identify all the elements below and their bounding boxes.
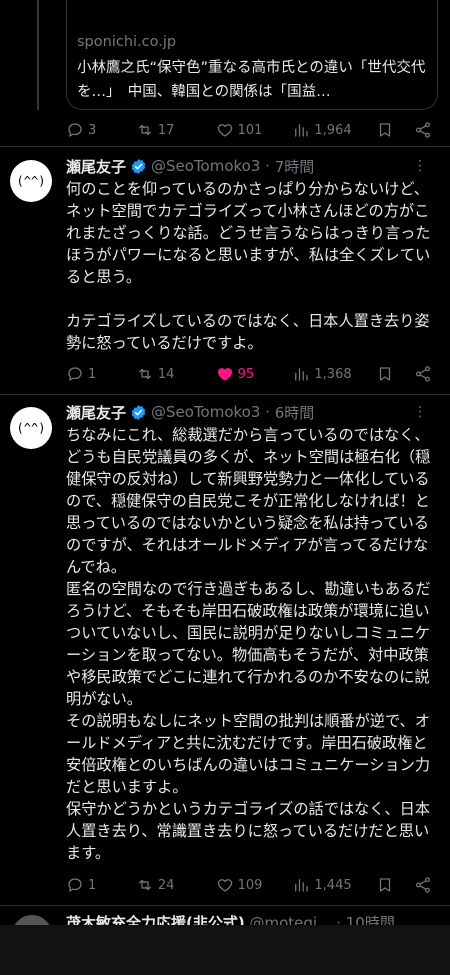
views-count: 1,368 [314, 366, 352, 382]
tweet-actions: 3 17 101 1,964 [66, 120, 436, 140]
like-button[interactable]: 95 [216, 365, 293, 383]
bookmark-icon [380, 878, 391, 892]
bookmark-icon [380, 367, 391, 381]
bookmark-button[interactable] [376, 121, 414, 139]
share-icon [416, 877, 431, 893]
dot-separator: · [260, 157, 275, 175]
heart-icon [217, 368, 232, 381]
tweet-time[interactable]: 7時間 [275, 156, 315, 177]
tweet-body: 何のことを仰っているのかさっぱり分からないけど、ネット空間でカテゴライズって小林… [66, 178, 442, 354]
reply-count: 3 [88, 122, 97, 138]
avatar[interactable]: (^^) [10, 407, 52, 449]
bookmark-icon [380, 123, 391, 137]
reply-count: 1 [88, 877, 97, 893]
bottom-bar [0, 925, 450, 975]
views-count: 1,445 [314, 877, 352, 893]
views-icon [295, 879, 309, 892]
tweet-actions: 1 14 95 1,368 [66, 364, 436, 384]
retweet-count: 17 [157, 122, 175, 138]
retweet-count: 24 [157, 877, 175, 893]
tweet-divider [0, 146, 450, 147]
tweet-paragraph: その説明もなしにネット空間の批判は順番が逆で、オールドメディアと共に沈むだけです… [66, 712, 431, 796]
more-options-icon[interactable]: ⋮ [413, 158, 428, 174]
author-name[interactable]: 瀬尾友子 [66, 402, 126, 423]
reply-count: 1 [88, 366, 97, 382]
tweet-time[interactable]: 6時間 [275, 402, 315, 423]
tweet-paragraph: 保守かどうかというカテゴライズの話ではなく、日本人置き去り、常識置き去りに怒って… [66, 800, 431, 862]
link-card[interactable]: sponichi.co.jp 小林鷹之氏“保守色”重なる高市氏との違い「世代交代… [66, 0, 438, 110]
heart-icon [217, 879, 232, 892]
tweet-paragraph: ちなみにこれ、総裁選だから言っているのではなく、どうも自民党議員の多くが、ネット… [66, 426, 431, 576]
retweet-button[interactable]: 17 [136, 121, 216, 139]
tweet-actions: 1 24 109 1,445 [66, 875, 436, 895]
more-options-icon[interactable]: ⋮ [413, 404, 428, 420]
like-count: 101 [237, 122, 263, 138]
reply-button[interactable]: 3 [66, 121, 136, 139]
retweet-button[interactable]: 14 [136, 365, 216, 383]
link-card-domain: sponichi.co.jp [77, 34, 177, 50]
dot-separator: · [260, 403, 275, 421]
retweet-count: 14 [157, 366, 175, 382]
tweet-paragraph: カテゴライズしているのではなく、日本人置き去り姿勢に怒っているだけですよ。 [66, 312, 430, 352]
tweet-body: ちなみにこれ、総裁選だから言っているのではなく、どうも自民党議員の多くが、ネット… [66, 424, 442, 864]
tweet-header: 瀬尾友子 @SeoTomoko3 · 7時間 ⋮ [66, 155, 440, 177]
like-button[interactable]: 109 [216, 876, 293, 894]
verified-badge-icon [131, 158, 146, 174]
reply-icon [68, 878, 82, 892]
share-button[interactable] [414, 121, 436, 139]
reply-icon [68, 367, 82, 381]
avatar-face: (^^) [16, 174, 46, 188]
tweet-divider [0, 905, 450, 906]
share-icon [416, 122, 431, 138]
views-button[interactable]: 1,964 [292, 121, 376, 139]
author-handle[interactable]: @SeoTomoko3 [151, 157, 260, 175]
retweet-icon [138, 368, 151, 380]
views-icon [295, 124, 309, 137]
like-count: 95 [237, 366, 255, 382]
tweet-paragraph: 何のことを仰っているのかさっぱり分からないけど、ネット空間でカテゴライズって小林… [66, 180, 431, 286]
views-count: 1,964 [314, 122, 352, 138]
avatar-face: (^^) [16, 421, 46, 435]
thread-line [37, 0, 39, 110]
retweet-icon [138, 124, 151, 136]
retweet-button[interactable]: 24 [136, 876, 216, 894]
heart-icon [217, 124, 232, 137]
views-button[interactable]: 1,368 [292, 365, 376, 383]
bookmark-button[interactable] [376, 365, 414, 383]
share-button[interactable] [414, 365, 436, 383]
share-button[interactable] [414, 876, 436, 894]
avatar[interactable]: (^^) [10, 160, 52, 202]
reply-button[interactable]: 1 [66, 365, 136, 383]
link-card-title: 小林鷹之氏“保守色”重なる高市氏との違い「世代交代を…」 中国、韓国との関係は「… [77, 60, 426, 100]
tweet-header: 瀬尾友子 @SeoTomoko3 · 6時間 ⋮ [66, 401, 440, 423]
verified-badge-icon [131, 404, 146, 420]
like-count: 109 [237, 877, 263, 893]
author-handle[interactable]: @SeoTomoko3 [151, 403, 260, 421]
views-icon [295, 368, 309, 381]
tweet-divider [0, 394, 450, 395]
like-button[interactable]: 101 [216, 121, 293, 139]
author-name[interactable]: 瀬尾友子 [66, 156, 126, 177]
reply-button[interactable]: 1 [66, 876, 136, 894]
bookmark-button[interactable] [376, 876, 414, 894]
views-button[interactable]: 1,445 [292, 876, 376, 894]
tweet-paragraph: 匿名の空間なので行き過ぎもあるし、勘違いもあるだろうけど、そもそも岸田石破政権は… [66, 580, 431, 708]
share-icon [416, 366, 431, 382]
reply-icon [68, 123, 82, 137]
retweet-icon [138, 879, 151, 891]
